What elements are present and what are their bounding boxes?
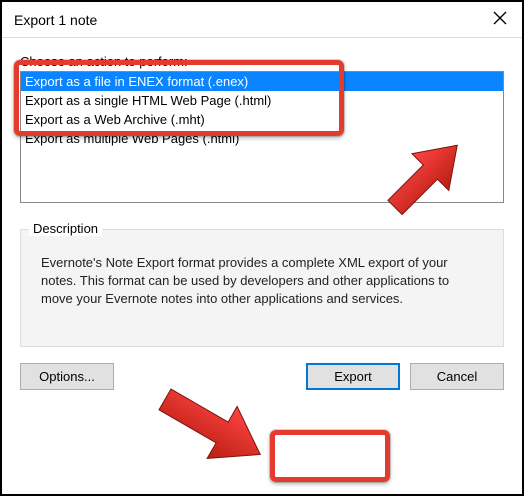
close-icon	[493, 11, 507, 28]
titlebar: Export 1 note	[2, 2, 522, 38]
action-option[interactable]: Export as a single HTML Web Page (.html)	[21, 91, 503, 110]
cancel-button[interactable]: Cancel	[410, 363, 504, 390]
action-option[interactable]: Export as multiple Web Pages (.html)	[21, 129, 503, 148]
window-title: Export 1 note	[14, 12, 97, 28]
description-group: Description Evernote's Note Export forma…	[20, 229, 504, 347]
dialog-button-row: Options... Export Cancel	[20, 363, 504, 390]
action-option[interactable]: Export as a file in ENEX format (.enex)	[21, 72, 503, 91]
action-listbox[interactable]: Export as a file in ENEX format (.enex) …	[20, 71, 504, 203]
close-button[interactable]	[478, 2, 522, 37]
description-text: Evernote's Note Export format provides a…	[31, 244, 493, 334]
options-button[interactable]: Options...	[20, 363, 114, 390]
description-label: Description	[29, 221, 102, 236]
export-button[interactable]: Export	[306, 363, 400, 390]
export-dialog: Export 1 note Choose an action to perfor…	[0, 0, 524, 496]
choose-action-label: Choose an action to perform:	[20, 54, 504, 69]
annotation-rect-export-button	[270, 430, 390, 482]
action-option[interactable]: Export as a Web Archive (.mht)	[21, 110, 503, 129]
